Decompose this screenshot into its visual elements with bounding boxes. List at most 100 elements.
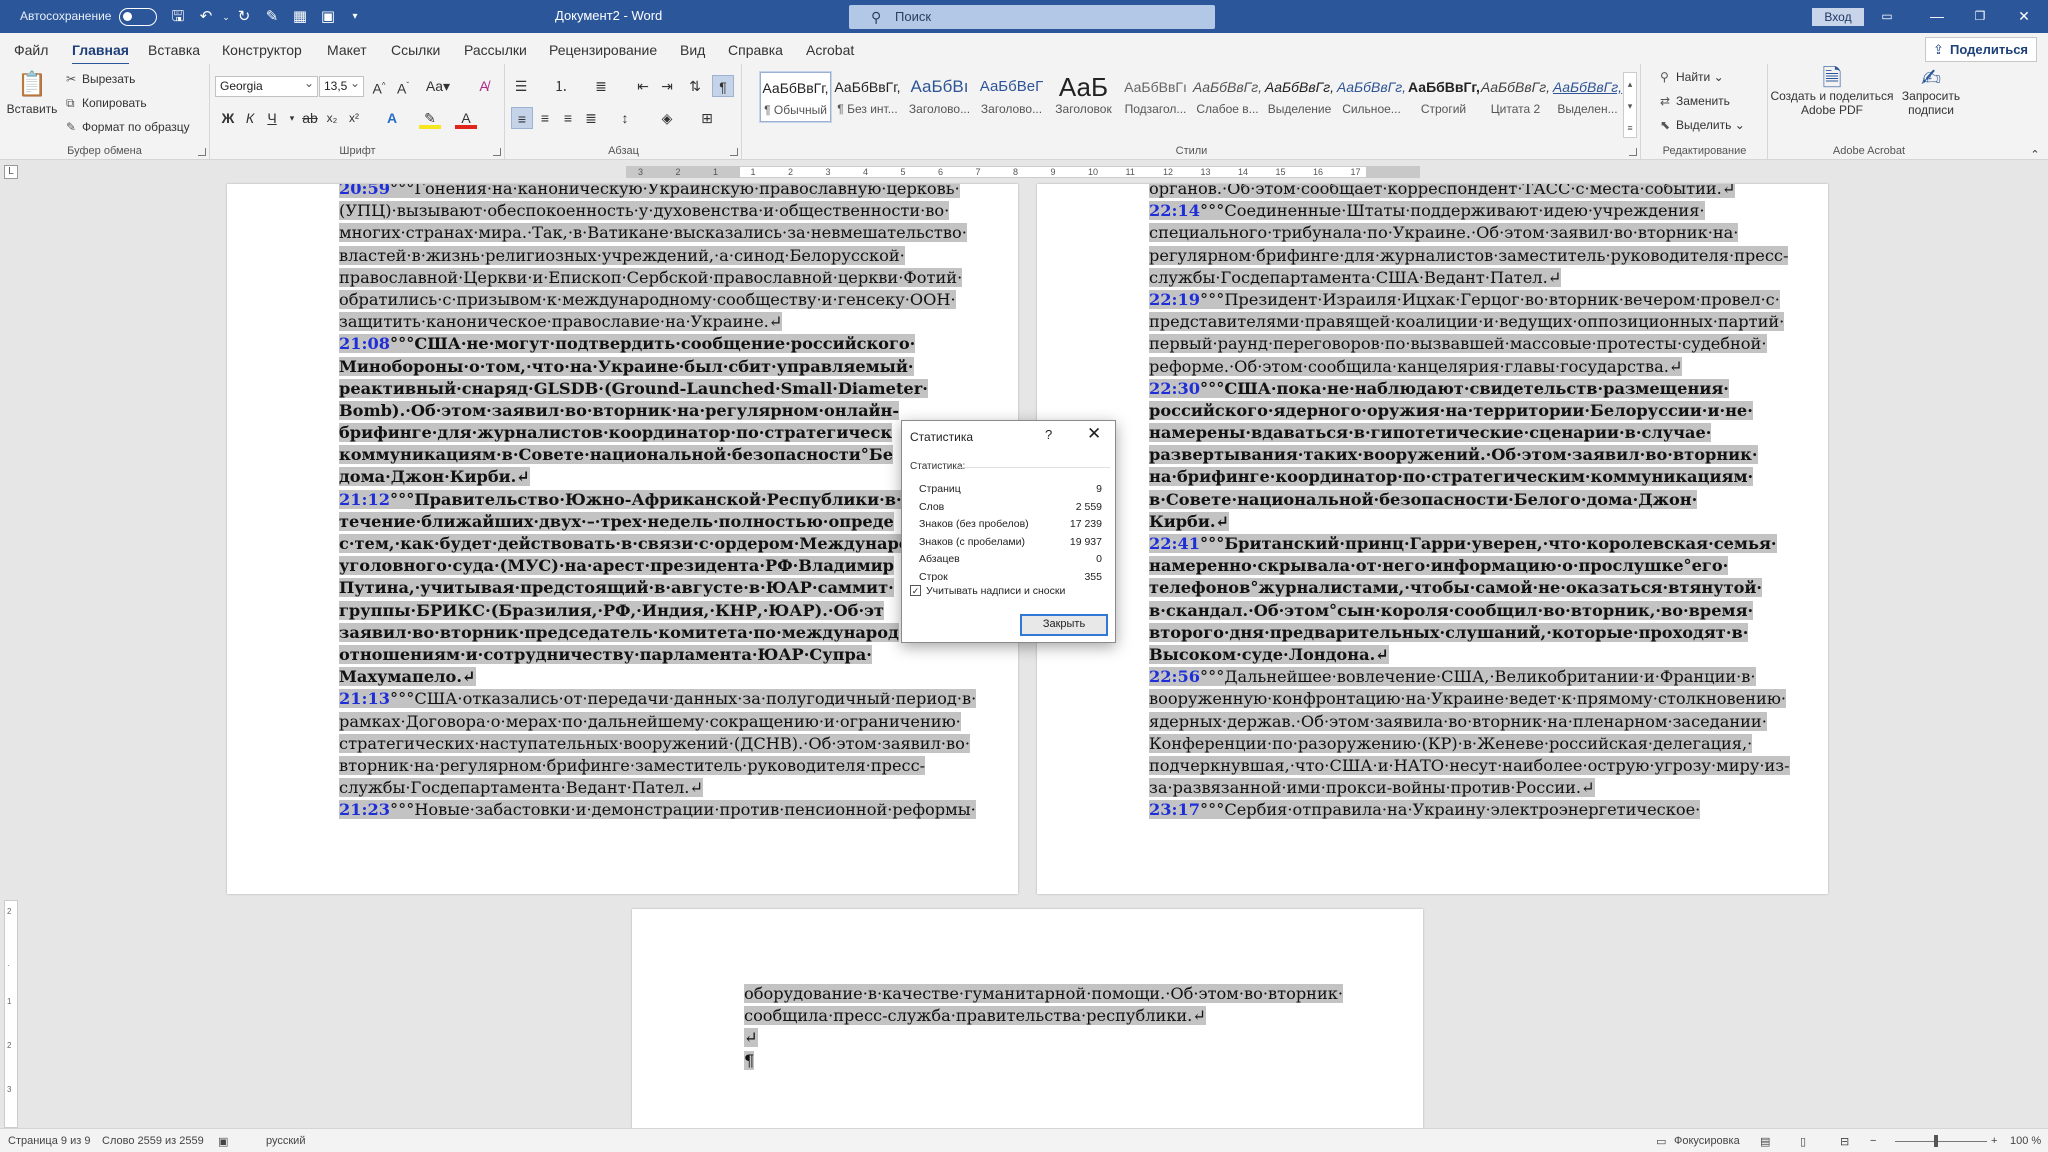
decrease-indent-icon[interactable]: ⇤ [632,75,654,97]
text-line[interactable]: защитить·каноническое·православие·на·Укр… [339,311,976,333]
zoom-out-icon[interactable]: − [1870,1135,1876,1147]
copy-button[interactable]: ⧉ Копировать [66,96,147,111]
text-line[interactable]: в·скандал.·Об·этом°сын·короля·сообщил·во… [1149,600,1790,622]
format-painter-button[interactable]: ✎ Формат по образцу [66,120,190,134]
help-icon[interactable]: ? [1045,427,1052,442]
show-formatting-marks-icon[interactable]: ¶ [712,75,734,97]
text-line[interactable]: второго·дня·предварительных·слушаний,·ко… [1149,622,1790,644]
text-line[interactable]: 22:19°°°Президент·Израиля·Ицхак·Герцог·в… [1149,289,1790,311]
tab-view[interactable]: Вид [680,42,705,58]
text-line[interactable]: 23:17°°°Сербия·отправила·на·Украину·элек… [1149,799,1790,821]
tab-layout[interactable]: Макет [327,42,367,58]
minimize-icon[interactable]: — [1925,6,1949,26]
tab-file[interactable]: Файл [14,42,48,58]
font-size-combo[interactable]: 13,5 [319,74,364,97]
text-line[interactable]: сообщила·пресс-служба·правительства·респ… [744,1005,1343,1027]
style-subtle-emphasis[interactable]: АаБбВвГг, Слабое в... [1192,72,1263,122]
font-name-combo[interactable]: Georgia [215,74,318,97]
styles-gallery-scroll[interactable]: ▴ ▾ ≡ [1623,72,1637,138]
tab-help[interactable]: Справка [728,42,783,58]
language-indicator[interactable]: русский [266,1135,305,1147]
text-line[interactable]: Минобороны·о·том,·что·на·Украине·был·сби… [339,356,976,378]
request-signatures-button[interactable]: ✍ Запросить подписи [1895,67,1967,118]
horizontal-ruler[interactable]: L 3 2 1 1 2 3 4 5 6 7 8 9 10 11 12 13 14 15 16 17 [0,160,2048,184]
text-line[interactable]: намерены·вдаваться·в·гипотетические·сцен… [1149,422,1790,444]
align-left-icon[interactable]: ≡ [511,107,533,129]
text-line[interactable]: подчеркнувшая,·что·США·и·НАТО·несут·наиб… [1149,755,1790,777]
text-line[interactable]: на·брифинге·координатор·по·стратегически… [1149,466,1790,488]
style-emphasis[interactable]: АаБбВвГг, Выделение [1264,72,1335,122]
paste-button[interactable]: 📋 Вставить [6,70,58,116]
undo-dropdown-icon[interactable]: ⌄ [216,7,236,27]
text-line[interactable]: вооруженную·конфронтацию·на·Украине·веде… [1149,688,1790,710]
vertical-ruler[interactable]: 2 · 1 2 3 [4,900,18,1128]
text-line[interactable]: за·развязанной·ими·прокси-войны·против·Р… [1149,777,1790,799]
zoom-slider[interactable] [1895,1141,1987,1142]
focus-mode[interactable]: Фокусировка [1674,1135,1740,1147]
text-line[interactable]: рамках·Договора·о·мерах·по·дальнейшему·с… [339,711,976,733]
subscript-icon[interactable]: x₂ [321,107,343,129]
cut-button[interactable]: ✂ Вырезать [66,72,135,86]
text-line[interactable]: службы·Госдепартамента·Ведант·Пател.↵ [339,777,976,799]
style-heading-1[interactable]: АаБбВı Заголово... [904,72,975,122]
increase-indent-icon[interactable]: ⇥ [656,75,678,97]
select-button[interactable]: ⬉ Выделить ⌄ [1660,118,1745,132]
font-color-icon[interactable]: A [455,107,477,129]
bullets-icon[interactable]: ☰ [510,75,532,97]
text-line[interactable]: Высоком·суде·Лондона.↵ [1149,644,1790,666]
text-line[interactable]: 22:56°°°Дальнейшее·вовлечение·США,·Велик… [1149,666,1790,688]
tab-review[interactable]: Рецензирование [549,42,657,58]
text-line[interactable]: реактивный·снаряд·GLSDB·(Ground-Launched… [339,378,976,400]
text-effects-icon[interactable]: A [381,107,403,129]
text-line[interactable]: властей·в·жизнь·религиозных·учреждений,·… [339,245,976,267]
text-line[interactable]: (УПЦ)·вызывают·обеспокоенность·у·духовен… [339,200,976,222]
styles-launcher-icon[interactable] [1629,148,1637,156]
close-window-icon[interactable]: ✕ [2012,6,2036,26]
justify-icon[interactable]: ≣ [580,107,602,129]
page-left[interactable]: 20:59°°°Гонения·на·каноническую·Украинск… [227,184,1018,894]
text-line[interactable]: 21:23°°°Новые·забастовки·и·демонстрации·… [339,799,976,821]
style-normal[interactable]: АаБбВвГг, ¶ Обычный [759,71,832,123]
text-line[interactable]: 21:12°°°Правительство·Южно-Африканской·Р… [339,489,976,511]
align-right-icon[interactable]: ≡ [557,107,579,129]
undo-icon[interactable]: ↶ [196,7,216,27]
print-layout-icon[interactable]: ▯ [1800,1135,1806,1148]
text-line[interactable]: Путина,·учитывая·предстоящий·в·августе·в… [339,577,976,599]
text-line[interactable]: отношениям·и·сотрудничеству·парламента·Ю… [339,644,976,666]
text-line[interactable]: органов.·Об·этом·сообщает·корреспондент·… [1149,184,1790,200]
replace-button[interactable]: ⇄ Заменить [1660,94,1730,108]
text-line[interactable]: вторник·на·регулярном·брифинге·заместите… [339,755,976,777]
text-line[interactable]: службы·Госдепартамента·США·Ведант·Пател.… [1149,267,1790,289]
save-icon[interactable]: 🖫 [168,7,188,27]
text-line[interactable]: православной·Церкви·и·Епископ·Сербской·п… [339,267,976,289]
read-mode-icon[interactable]: ▤ [1760,1135,1770,1148]
text-line[interactable]: обратились·с·призывом·к·международному·с… [339,289,976,311]
close-button[interactable]: Закрыть [1020,614,1108,636]
page-bottom-text[interactable]: оборудование·в·качестве·гуманитарной·пом… [744,983,1344,1072]
image-qat-icon[interactable]: ▣ [318,7,338,27]
tab-acrobat[interactable]: Acrobat [806,42,854,58]
text-line[interactable]: заявил·во·вторник·председатель·комитета·… [339,622,976,644]
shrink-font-icon[interactable]: Aˇ [392,75,414,97]
style-title[interactable]: АаБ Заголовок [1048,72,1119,122]
text-line[interactable]: многих·странах·мира.·Так,·в·Ватикане·выс… [339,222,976,244]
share-button[interactable]: Поделиться [1925,37,2037,62]
style-intense-emphasis[interactable]: АаБбВвГг, Сильное... [1336,72,1407,122]
text-line[interactable]: Кирби.↵ [1149,511,1790,533]
format-painter-qat-icon[interactable]: ✎ [262,7,282,27]
text-line[interactable]: 22:30°°°США·пока·не·наблюдают·свидетельс… [1149,378,1790,400]
text-line[interactable]: телефонов°журналистами,·чтобы·самой·не·о… [1149,577,1790,599]
text-line[interactable]: 22:41°°°Британский·принц·Гарри·уверен,·ч… [1149,533,1790,555]
text-line[interactable]: Конференции·по·разоружению·(КР)·в·Женеве… [1149,733,1790,755]
text-line[interactable]: регулярном·брифинге·для·журналистов·заме… [1149,245,1790,267]
bold-icon[interactable]: Ж [217,107,239,129]
italic-icon[interactable]: К [239,107,261,129]
page-bottom[interactable]: оборудование·в·качестве·гуманитарной·пом… [632,909,1423,1128]
text-line[interactable]: брифинге·для·журналистов·координатор·по·… [339,422,976,444]
text-line[interactable]: реформе.·Об·этом·сообщила·канцелярия·гла… [1149,356,1790,378]
tab-design[interactable]: Конструктор [222,42,302,58]
tab-mailings[interactable]: Рассылки [464,42,527,58]
borders-icon[interactable]: ⊞ [696,107,718,129]
text-line[interactable]: стратегических·наступательных·вооружений… [339,733,976,755]
shading-icon[interactable]: ◈ [656,107,678,129]
